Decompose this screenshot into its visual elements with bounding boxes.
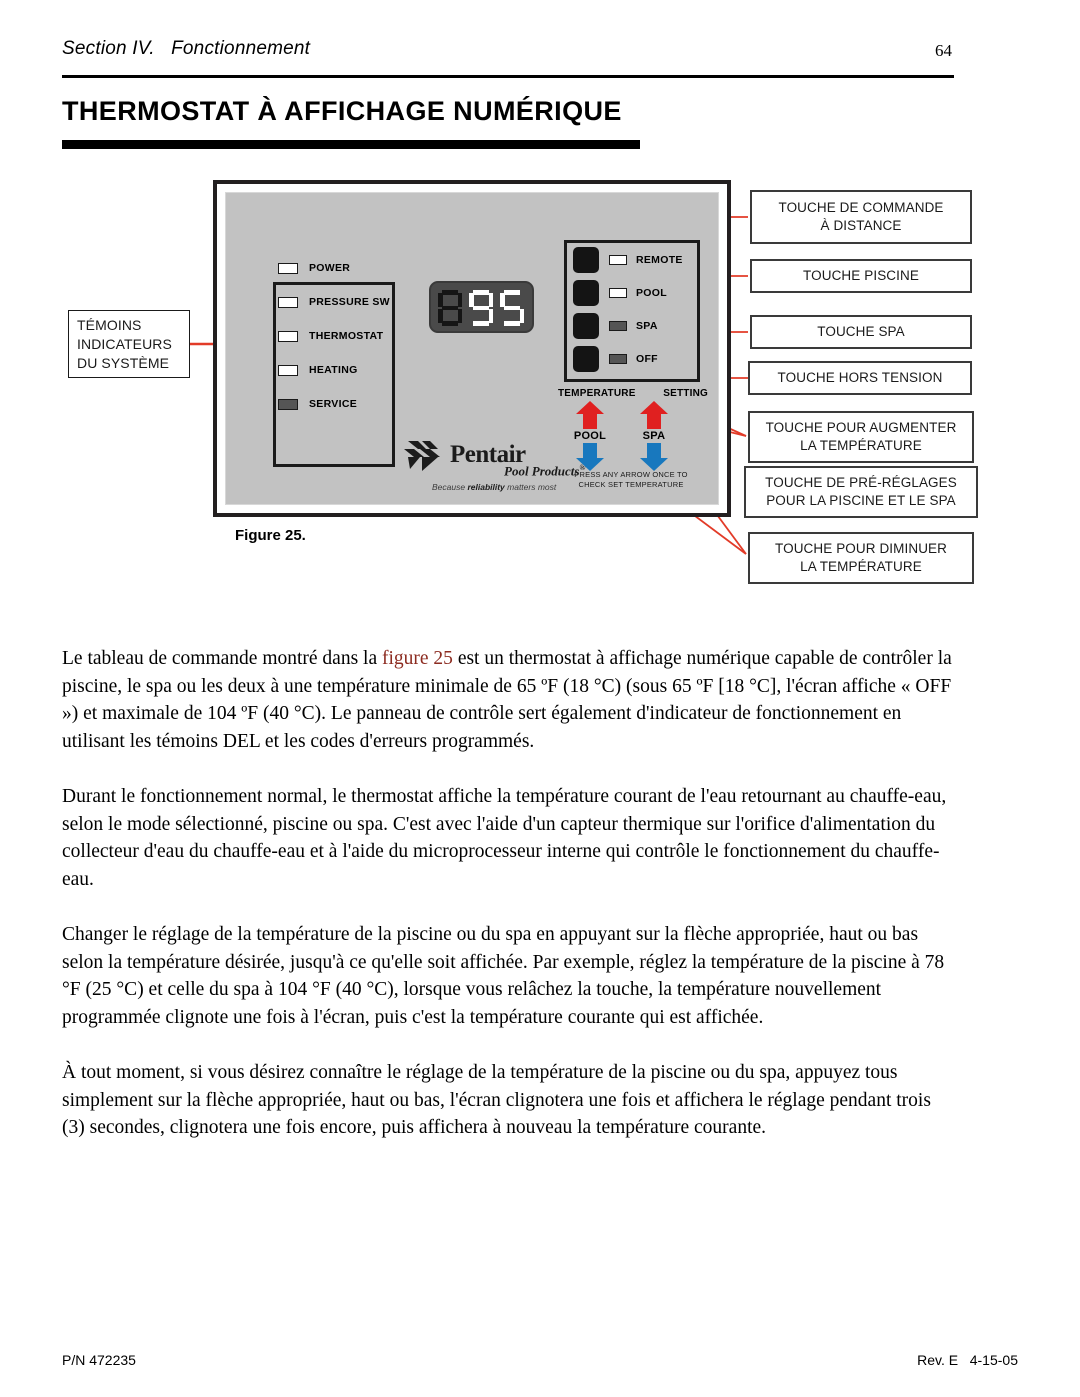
tagline-pre: Because	[432, 482, 468, 492]
led-row-pressure-sw: PRESSURE SW	[278, 285, 418, 319]
led-label-service: SERVICE	[309, 398, 358, 410]
led-label-thermostat: THERMOSTAT	[309, 330, 384, 342]
press-note-line-2: CHECK SET TEMPERATURE	[578, 480, 684, 489]
pool-arrow-column: POOL	[566, 401, 614, 471]
pentair-tagline: Because reliability matters most	[432, 482, 556, 492]
display-digit-2	[468, 290, 494, 326]
pool-temp-up-button[interactable]	[575, 401, 605, 429]
remote-keypad-button[interactable]	[573, 246, 599, 273]
callout-remote-button: TOUCHE DE COMMANDE À DISTANCE	[750, 190, 972, 244]
page-header: Section IV. Fonctionnement 64	[62, 38, 952, 74]
button-label-off: OFF	[636, 352, 658, 365]
thermostat-led-icon	[278, 330, 298, 342]
button-label-spa: SPA	[636, 319, 658, 332]
setting-word: SETTING	[663, 388, 708, 399]
spa-arrow-column: SPA	[630, 401, 678, 471]
spa-led-icon	[609, 320, 627, 331]
callout-temp-up-button: TOUCHE POUR AUGMENTER LA TEMPÉRATURE	[748, 411, 974, 463]
spa-keypad-button[interactable]	[573, 312, 599, 339]
paragraph-1: Le tableau de commande montré dans la fi…	[62, 645, 952, 755]
body-text: Le tableau de commande montré dans la fi…	[62, 645, 952, 1142]
footer-revision: Rev. E 4-15-05	[917, 1352, 1018, 1368]
spa-temp-down-button[interactable]	[639, 443, 669, 471]
temperature-setting-header: TEMPERATURE SETTING	[558, 388, 708, 399]
led-row-thermostat: THERMOSTAT	[278, 319, 418, 353]
led-label-power: POWER	[309, 262, 351, 274]
button-row-pool[interactable]: POOL	[567, 276, 697, 309]
callout-preset-button: TOUCHE DE PRÉ-RÉGLAGES POUR LA PISCINE E…	[744, 466, 978, 518]
pool-led-icon	[609, 287, 627, 298]
paragraph-2: Durant le fonctionnement normal, le ther…	[62, 786, 947, 890]
figure-25: POWER PRESSURE SW THERMOSTAT HEATING SER…	[0, 170, 1080, 600]
display-digit-3	[499, 290, 525, 326]
remote-led-icon	[609, 254, 627, 265]
service-led-icon	[278, 398, 298, 410]
button-row-off[interactable]: OFF	[567, 342, 697, 375]
pool-temp-down-button[interactable]	[575, 443, 605, 471]
callout-spa-button: TOUCHE SPA	[750, 315, 972, 349]
header-divider	[62, 75, 954, 78]
callout-off-button: TOUCHE HORS TENSION	[748, 361, 972, 395]
figure-reference-link[interactable]: figure 25	[382, 648, 453, 669]
system-indicator-list: POWER PRESSURE SW THERMOSTAT HEATING SER…	[278, 251, 418, 421]
spa-temp-up-button[interactable]	[639, 401, 669, 429]
footer-part-number: P/N 472235	[62, 1352, 136, 1368]
control-panel-device: POWER PRESSURE SW THERMOSTAT HEATING SER…	[213, 180, 731, 517]
temperature-display	[429, 281, 534, 333]
press-arrow-note: PRESS ANY ARROW ONCE TO CHECK SET TEMPER…	[546, 470, 716, 490]
tagline-bold: reliability	[467, 482, 505, 492]
callout-system-indicators: TÉMOINS INDICATEURS DU SYSTÈME	[68, 310, 190, 378]
callout-temp-down-button: TOUCHE POUR DIMINUER LA TEMPÉRATURE	[748, 532, 974, 584]
temperature-word: TEMPERATURE	[558, 388, 636, 399]
heating-led-icon	[278, 364, 298, 376]
button-row-spa[interactable]: SPA	[567, 309, 697, 342]
press-note-line-1: PRESS ANY ARROW ONCE TO	[574, 470, 688, 479]
display-digit-1	[437, 290, 463, 326]
button-label-remote: REMOTE	[636, 253, 683, 266]
led-label-heating: HEATING	[309, 364, 358, 376]
mode-button-box: REMOTE POOL SPA OFF	[564, 240, 700, 382]
callout-pool-button: TOUCHE PISCINE	[750, 259, 972, 293]
button-label-pool: POOL	[636, 286, 667, 299]
pressure-sw-led-icon	[278, 296, 298, 308]
power-led-icon	[278, 262, 298, 274]
off-keypad-button[interactable]	[573, 345, 599, 372]
arrow-caption-spa: SPA	[642, 430, 666, 442]
paragraph-3: Changer le réglage de la température de …	[62, 924, 945, 1028]
button-row-remote[interactable]: REMOTE	[567, 243, 697, 276]
pentair-logo: Pentair Pool Products® Because reliabili…	[404, 435, 585, 495]
led-row-power: POWER	[278, 251, 418, 285]
led-row-heating: HEATING	[278, 353, 418, 387]
pool-keypad-button[interactable]	[573, 279, 599, 306]
paragraph-4: À tout moment, si vous désirez connaître…	[62, 1062, 931, 1138]
figure-caption: Figure 25.	[235, 527, 306, 544]
control-panel-face: POWER PRESSURE SW THERMOSTAT HEATING SER…	[225, 192, 719, 505]
section-breadcrumb: Section IV. Fonctionnement	[62, 38, 311, 59]
page-number: 64	[935, 41, 952, 60]
pentair-chevron-icon	[404, 441, 440, 471]
led-row-service: SERVICE	[278, 387, 418, 421]
arrow-caption-pool: POOL	[573, 430, 607, 442]
page-title: THERMOSTAT À AFFICHAGE NUMÉRIQUE	[62, 96, 622, 126]
paragraph-1-before-ref: Le tableau de commande montré dans la	[62, 648, 382, 669]
led-label-pressure-sw: PRESSURE SW	[309, 296, 390, 308]
title-underline-bar	[62, 140, 640, 149]
off-led-icon	[609, 353, 627, 364]
